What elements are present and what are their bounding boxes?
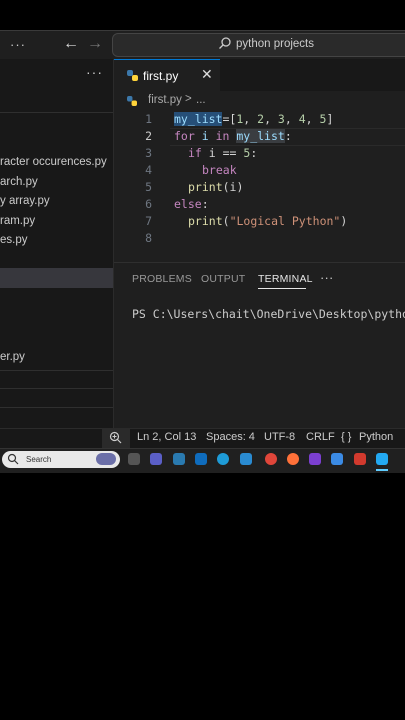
app-icon[interactable] xyxy=(309,453,321,465)
cursor-position[interactable]: Ln 2, Col 13 xyxy=(137,431,196,443)
menu-button[interactable]: ··· xyxy=(10,37,26,52)
breadcrumb-separator: > xyxy=(185,93,192,105)
python-file-icon xyxy=(127,96,137,106)
app-icon[interactable] xyxy=(331,453,343,465)
explorer-file-item[interactable]: arch.py xyxy=(0,176,38,188)
tab-label: first.py xyxy=(143,69,179,83)
tab-problems[interactable]: PROBLEMS xyxy=(132,273,192,285)
eol-status[interactable]: CRLF xyxy=(306,431,335,443)
line-number: 1 xyxy=(145,112,152,126)
taskbar-search-text: Search xyxy=(26,455,52,464)
explorer-file-item[interactable]: racter occurences.py xyxy=(0,156,107,168)
line-number: 4 xyxy=(145,163,152,177)
breadcrumb-file[interactable]: first.py xyxy=(148,94,182,106)
line-number: 3 xyxy=(145,146,152,160)
code-line[interactable]: print("Logical Python") xyxy=(188,214,347,228)
line-number: 5 xyxy=(145,180,152,194)
explorer-file-item[interactable]: y array.py xyxy=(0,195,50,207)
panel-divider xyxy=(114,262,405,263)
active-app-indicator xyxy=(376,469,388,471)
explorer-selected-item[interactable] xyxy=(0,268,113,288)
sidebar-divider xyxy=(0,112,113,113)
app-icon[interactable] xyxy=(354,453,366,465)
firefox-icon[interactable] xyxy=(287,453,299,465)
search-highlight-icon[interactable] xyxy=(96,453,116,465)
search-icon xyxy=(219,37,231,49)
terminal-output[interactable]: PS C:\Users\chait\OneDrive\Desktop\pytho… xyxy=(132,307,405,321)
code-line[interactable]: print(i) xyxy=(188,180,243,194)
edge-icon[interactable] xyxy=(217,453,229,465)
tab-terminal[interactable]: TERMINAL xyxy=(258,273,313,285)
tab-output[interactable]: OUTPUT xyxy=(201,273,245,285)
sidebar-divider xyxy=(0,388,113,389)
teams-icon[interactable] xyxy=(150,453,162,465)
language-mode[interactable]: Python xyxy=(359,431,393,443)
sidebar-divider xyxy=(0,370,113,371)
forward-arrow-icon[interactable]: → xyxy=(87,35,103,53)
explorer-file-item[interactable]: er.py xyxy=(0,351,25,363)
explorer-file-item[interactable]: ram.py xyxy=(0,215,35,227)
line-number: 7 xyxy=(145,214,152,228)
explorer-file-item[interactable]: es.py xyxy=(0,234,28,246)
panel-more-button[interactable]: ··· xyxy=(320,270,334,285)
code-line[interactable]: if i == 5: xyxy=(188,146,257,160)
indentation-status[interactable]: Spaces: 4 xyxy=(206,431,255,443)
breadcrumb-more[interactable]: ... xyxy=(196,94,206,106)
vscode-icon[interactable] xyxy=(376,453,388,465)
line-number: 6 xyxy=(145,197,152,211)
back-arrow-icon[interactable]: ← xyxy=(63,35,79,53)
active-tab-indicator xyxy=(258,288,306,289)
app-icon[interactable] xyxy=(240,453,252,465)
explorer-more-button[interactable]: ··· xyxy=(86,64,103,80)
braces-icon: { } xyxy=(341,431,352,443)
sidebar-divider xyxy=(0,407,113,408)
line-number: 8 xyxy=(145,231,152,245)
search-icon xyxy=(7,453,19,465)
chrome-icon[interactable] xyxy=(265,453,277,465)
task-view-icon[interactable] xyxy=(128,453,140,465)
line-number: 2 xyxy=(145,129,152,143)
code-line[interactable]: for i in my_list: xyxy=(174,129,292,143)
app-icon[interactable] xyxy=(195,453,207,465)
zoom-icon xyxy=(109,431,122,444)
code-line[interactable]: else: xyxy=(174,197,209,211)
encoding-status[interactable]: UTF-8 xyxy=(264,431,295,443)
python-file-icon xyxy=(127,70,138,81)
close-icon[interactable]: ✕ xyxy=(201,66,213,83)
app-icon[interactable] xyxy=(173,453,185,465)
code-line[interactable]: my_list=[1, 2, 3, 4, 5] xyxy=(174,112,333,126)
command-center-text: python projects xyxy=(236,38,314,50)
code-line[interactable]: break xyxy=(202,163,237,177)
